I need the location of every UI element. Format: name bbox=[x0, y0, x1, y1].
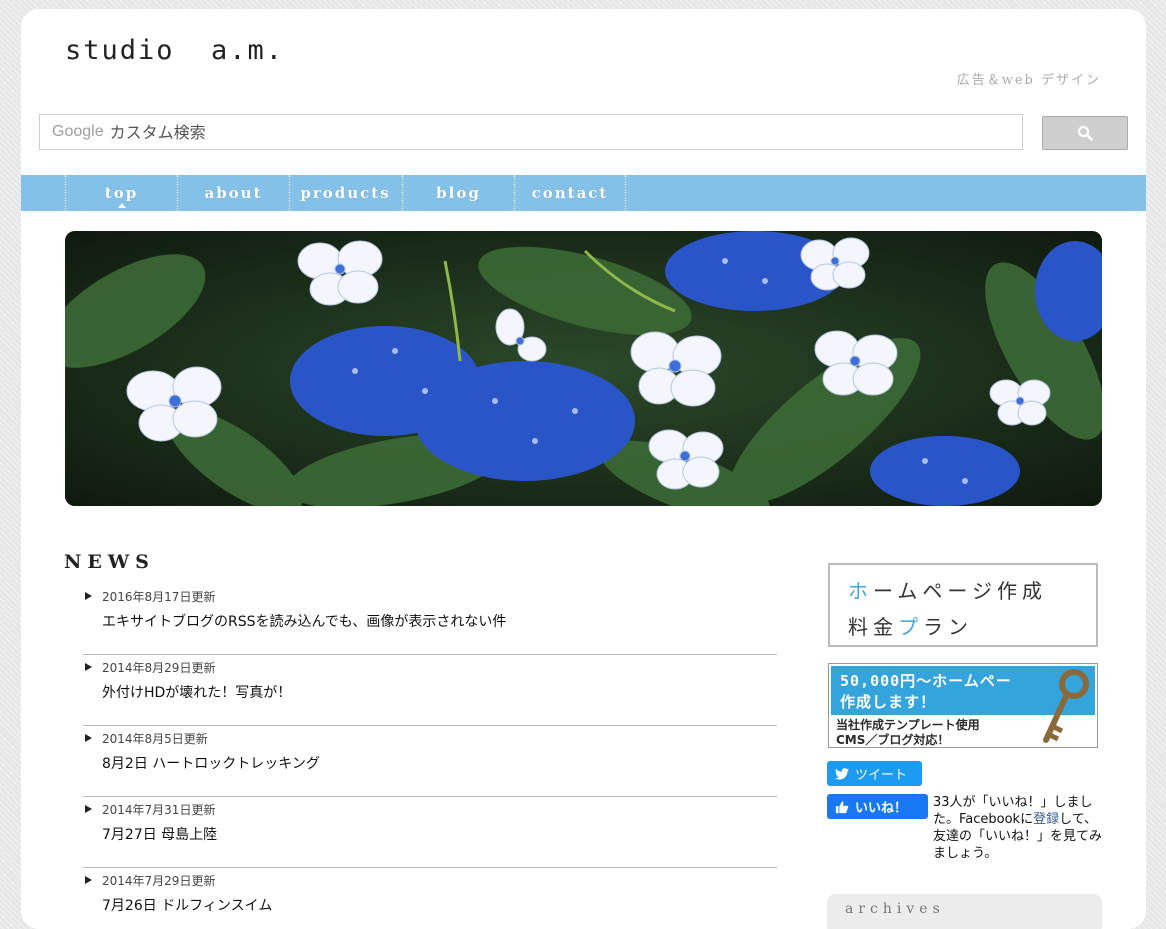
news-date: 2014年7月31日更新 bbox=[102, 803, 216, 817]
triangle-bullet-icon bbox=[85, 805, 92, 813]
offer-banner-line1: 50,000円～ホームペー bbox=[840, 672, 1012, 690]
nav-item-products[interactable]: products bbox=[289, 175, 401, 211]
news-item: 2014年7月31日更新 7月27日 母島上陸 bbox=[83, 797, 777, 868]
nav-item-blog[interactable]: blog bbox=[402, 175, 514, 211]
news-item: 2016年8月17日更新 エキサイトブログのRSSを読み込んでも、画像が表示され… bbox=[83, 584, 777, 655]
news-date: 2014年8月5日更新 bbox=[102, 732, 208, 746]
tweet-label: ツイート bbox=[855, 768, 908, 783]
thumbs-up-icon bbox=[835, 800, 849, 813]
active-caret-icon bbox=[117, 203, 126, 208]
news-list: 2016年8月17日更新 エキサイトブログのRSSを読み込んでも、画像が表示され… bbox=[83, 584, 777, 929]
news-date: 2014年7月29日更新 bbox=[102, 874, 216, 888]
triangle-bullet-icon bbox=[85, 592, 92, 600]
offer-banner-line2: 作成します！ bbox=[840, 693, 937, 711]
nav-label-products: products bbox=[300, 184, 391, 202]
nav-label-about: about bbox=[204, 184, 263, 202]
sidebar-box-title: archives bbox=[845, 901, 945, 917]
main-nav: top about products blog contact bbox=[21, 175, 1146, 211]
facebook-like-count-text: 33人が「いいね！」しました。Facebookに登録して、友達の「いいね！」を見… bbox=[933, 795, 1103, 861]
twitter-bird-icon bbox=[835, 767, 849, 779]
nav-label-blog: blog bbox=[436, 184, 481, 202]
triangle-bullet-icon bbox=[85, 876, 92, 884]
like-label: いいね！ bbox=[855, 801, 908, 816]
nav-label-contact: contact bbox=[531, 184, 609, 202]
triangle-bullet-icon bbox=[85, 734, 92, 742]
pricing-banner-line1: ホームページ作成 bbox=[848, 579, 1047, 603]
news-item: 2014年7月29日更新 7月26日 ドルフィンスイム bbox=[83, 868, 777, 929]
facebook-like-button[interactable]: いいね！ bbox=[827, 794, 928, 819]
search-button[interactable] bbox=[1042, 116, 1128, 150]
sidebar-archive-box: archives bbox=[827, 894, 1102, 929]
news-date: 2014年8月29日更新 bbox=[102, 661, 216, 675]
news-link[interactable]: 7月26日 ドルフィンスイム bbox=[102, 895, 272, 915]
search-box: Google bbox=[39, 114, 1023, 150]
pricing-banner-line2: 料金プラン bbox=[848, 615, 973, 639]
google-logo: Google bbox=[52, 123, 104, 140]
site-tagline: 広告＆web デザイン bbox=[956, 73, 1101, 88]
key-icon bbox=[1043, 669, 1089, 743]
page-container: studio a.m. 広告＆web デザイン Google top about… bbox=[21, 9, 1146, 929]
triangle-bullet-icon bbox=[85, 663, 92, 671]
hero-image bbox=[65, 231, 1102, 506]
nav-item-contact[interactable]: contact bbox=[514, 175, 626, 211]
nav-label-top: top bbox=[104, 184, 139, 202]
homepage-offer-banner[interactable]: 50,000円～ホームペー 作成します！ 当社作成テンプレート使用 CMS／ブロ… bbox=[828, 663, 1098, 748]
search-icon bbox=[1077, 125, 1093, 141]
news-item: 2014年8月29日更新 外付けHDが壊れた！写真が！ bbox=[83, 655, 777, 726]
nav-item-top[interactable]: top bbox=[65, 175, 177, 211]
search-input[interactable] bbox=[109, 117, 1022, 147]
news-link[interactable]: エキサイトブログのRSSを読み込んでも、画像が表示されない件 bbox=[102, 611, 506, 631]
tweet-button[interactable]: ツイート bbox=[827, 761, 922, 786]
news-heading: NEWS bbox=[64, 551, 155, 573]
site-logo[interactable]: studio a.m. bbox=[65, 35, 284, 66]
hydrangea-illustration bbox=[65, 231, 1102, 506]
facebook-register-link[interactable]: 登録 bbox=[1033, 812, 1059, 827]
news-link[interactable]: 8月2日 ハートロックトレッキング bbox=[102, 753, 320, 773]
news-item: 2014年8月5日更新 8月2日 ハートロックトレッキング bbox=[83, 726, 777, 797]
offer-banner-line4: CMS／ブログ対応！ bbox=[836, 733, 950, 747]
news-link[interactable]: 外付けHDが壊れた！写真が！ bbox=[102, 682, 291, 702]
homepage-pricing-banner[interactable]: ホームページ作成 料金プラン bbox=[828, 563, 1098, 647]
news-link[interactable]: 7月27日 母島上陸 bbox=[102, 824, 217, 844]
nav-item-about[interactable]: about bbox=[177, 175, 289, 211]
news-date: 2016年8月17日更新 bbox=[102, 590, 216, 604]
